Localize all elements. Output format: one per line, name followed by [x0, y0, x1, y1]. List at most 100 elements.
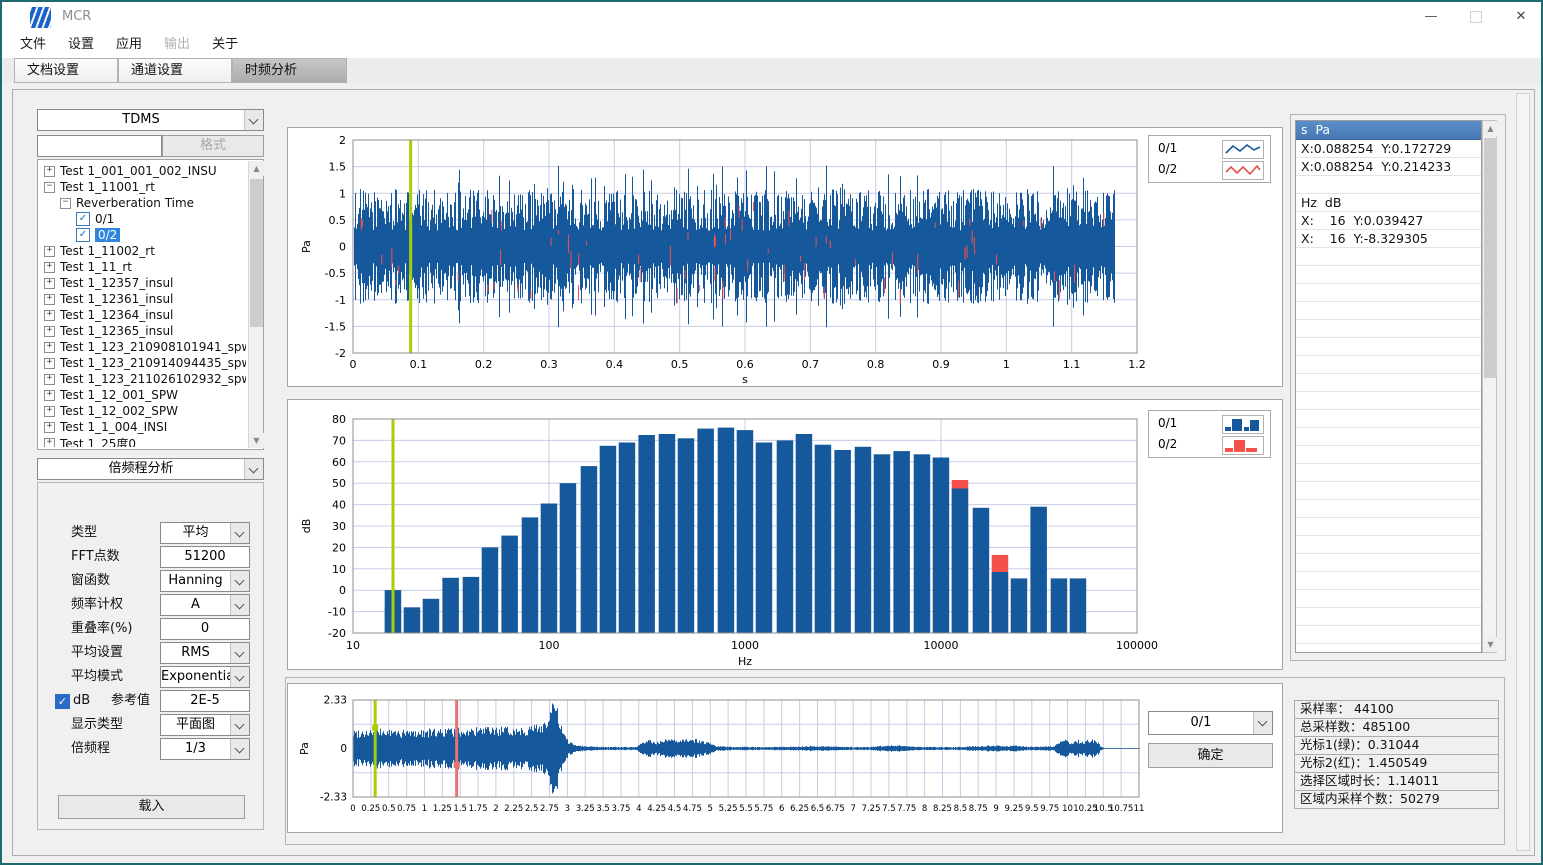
- menu-item-4[interactable]: 输出: [160, 32, 194, 58]
- expand-plus-icon[interactable]: +: [44, 438, 55, 448]
- form-select[interactable]: Exponential: [160, 666, 250, 688]
- chevron-down-icon[interactable]: [230, 715, 249, 735]
- svg-text:5.75: 5.75: [754, 804, 773, 814]
- tab-1[interactable]: 文档设置: [14, 58, 118, 83]
- checkbox-icon[interactable]: ✓: [76, 228, 90, 242]
- tree-item[interactable]: +Test 1_12357_insul: [40, 275, 246, 291]
- expand-plus-icon[interactable]: +: [44, 278, 55, 289]
- expand-plus-icon[interactable]: +: [44, 374, 55, 385]
- chevron-down-icon[interactable]: [244, 459, 263, 479]
- expand-plus-icon[interactable]: +: [44, 246, 55, 257]
- readout-row: X: 16 Y:-8.329305: [1296, 230, 1481, 248]
- tree-item[interactable]: +Test 1_11002_rt: [40, 243, 246, 259]
- expand-plus-icon[interactable]: +: [44, 310, 55, 321]
- chevron-down-icon[interactable]: [230, 595, 249, 615]
- readout-scrollbar[interactable]: ▲ ▼: [1482, 120, 1497, 653]
- analysis-type-select[interactable]: 倍频程分析: [37, 458, 264, 480]
- form-input[interactable]: 0: [160, 618, 250, 640]
- tree-item[interactable]: +Test 1_1_004_INSI: [40, 419, 246, 435]
- readout-row: X:0.088254 Y:0.172729: [1296, 140, 1481, 158]
- form-label: 倍频程: [71, 738, 110, 760]
- load-button[interactable]: 载入: [58, 795, 245, 819]
- main-scrollbar[interactable]: [1516, 93, 1530, 851]
- expand-plus-icon[interactable]: +: [44, 422, 55, 433]
- overview-waveform-chart[interactable]: 00.250.50.7511.251.51.7522.252.52.7533.2…: [288, 684, 1284, 834]
- format-button[interactable]: 格式: [162, 135, 264, 157]
- expand-plus-icon[interactable]: +: [44, 358, 55, 369]
- chevron-down-icon[interactable]: [230, 523, 249, 543]
- minimize-button[interactable]: —: [1414, 5, 1448, 29]
- readout-header: s Pa: [1296, 121, 1481, 140]
- svg-text:1.5: 1.5: [453, 804, 467, 814]
- tree-item[interactable]: −Reverberation Time: [40, 195, 246, 211]
- expand-plus-icon[interactable]: +: [44, 166, 55, 177]
- menu-item-5[interactable]: 关于: [208, 32, 242, 58]
- svg-text:0: 0: [350, 358, 357, 371]
- tree-item[interactable]: +Test 1_123_210908101941_spw: [40, 339, 246, 355]
- file-format-select[interactable]: TDMS: [37, 109, 264, 131]
- tree-item[interactable]: ✓0/1: [40, 211, 246, 227]
- tree-item[interactable]: +Test 1_123_210914094435_spw: [40, 355, 246, 371]
- tree-item[interactable]: +Test 1_12364_insul: [40, 307, 246, 323]
- tree-item[interactable]: +Test 1_12_001_SPW: [40, 387, 246, 403]
- confirm-button[interactable]: 确定: [1148, 743, 1273, 768]
- tree-item[interactable]: +Test 1_12365_insul: [40, 323, 246, 339]
- form-select[interactable]: 平均: [160, 522, 250, 544]
- close-button[interactable]: ✕: [1504, 5, 1538, 29]
- filter-input[interactable]: [37, 135, 162, 157]
- chevron-down-icon[interactable]: [244, 110, 263, 130]
- scroll-up-icon[interactable]: ▲: [1483, 121, 1498, 136]
- collapse-minus-icon[interactable]: −: [60, 198, 71, 209]
- form-select[interactable]: Hanning: [160, 570, 250, 592]
- chevron-down-icon[interactable]: [230, 739, 249, 759]
- legend-label: 0/2: [1158, 162, 1177, 176]
- readout-row-empty: [1296, 392, 1481, 410]
- tree-item[interactable]: +Test 1_11_rt: [40, 259, 246, 275]
- time-waveform-chart[interactable]: 00.10.20.30.40.50.60.70.80.911.11.2-2-1.…: [288, 128, 1284, 388]
- tab-2[interactable]: 通道设置: [118, 58, 232, 83]
- chevron-down-icon[interactable]: [230, 667, 249, 687]
- form-select[interactable]: 1/3: [160, 738, 250, 760]
- scrollbar-thumb[interactable]: [250, 179, 263, 327]
- form-input[interactable]: 2E-5: [160, 690, 250, 712]
- form-select-value: 1/3: [161, 739, 230, 759]
- tab-3[interactable]: 时频分析: [232, 58, 347, 83]
- readout-row-empty: [1296, 518, 1481, 536]
- maximize-button[interactable]: [1459, 5, 1493, 29]
- tree-item[interactable]: +Test 1_123_211026102932_spw: [40, 371, 246, 387]
- scrollbar-thumb[interactable]: [1484, 138, 1497, 378]
- menu-item-1[interactable]: 文件: [16, 32, 50, 58]
- chevron-down-icon[interactable]: [1253, 712, 1272, 734]
- expand-plus-icon[interactable]: +: [44, 390, 55, 401]
- expand-plus-icon[interactable]: +: [44, 342, 55, 353]
- scroll-down-icon[interactable]: ▼: [1483, 637, 1498, 652]
- expand-plus-icon[interactable]: +: [44, 262, 55, 273]
- scroll-up-icon[interactable]: ▲: [249, 161, 264, 176]
- menu-item-2[interactable]: 设置: [64, 32, 98, 58]
- form-select[interactable]: 平面图: [160, 714, 250, 736]
- overview-channel-select[interactable]: 0/1: [1148, 711, 1273, 735]
- tree-scrollbar[interactable]: ▲ ▼: [248, 161, 263, 448]
- expand-plus-icon[interactable]: +: [44, 326, 55, 337]
- tree-item[interactable]: +Test 1_12361_insul: [40, 291, 246, 307]
- form-select[interactable]: RMS: [160, 642, 250, 664]
- tree-item[interactable]: ✓0/2: [40, 227, 246, 243]
- form-select-value: 平均: [161, 523, 230, 543]
- scroll-down-icon[interactable]: ▼: [249, 433, 264, 448]
- db-checkbox[interactable]: ✓: [55, 694, 70, 709]
- spectrum-bar-chart[interactable]: 10100100010000100000-20-1001020304050607…: [288, 400, 1284, 671]
- chevron-down-icon[interactable]: [230, 571, 249, 591]
- tree-item[interactable]: −Test 1_11001_rt: [40, 179, 246, 195]
- chevron-down-icon[interactable]: [230, 643, 249, 663]
- form-select[interactable]: A: [160, 594, 250, 616]
- svg-text:10.75: 10.75: [1109, 804, 1133, 814]
- tree-item[interactable]: +Test 1_12_002_SPW: [40, 403, 246, 419]
- expand-plus-icon[interactable]: +: [44, 294, 55, 305]
- form-input[interactable]: 51200: [160, 546, 250, 568]
- collapse-minus-icon[interactable]: −: [44, 182, 55, 193]
- tree-item[interactable]: +Test 1_001_001_002_INSU: [40, 163, 246, 179]
- checkbox-icon[interactable]: ✓: [76, 212, 90, 226]
- expand-plus-icon[interactable]: +: [44, 406, 55, 417]
- menu-item-3[interactable]: 应用: [112, 32, 146, 58]
- tree-item[interactable]: +Test 1_25度0: [40, 435, 246, 447]
